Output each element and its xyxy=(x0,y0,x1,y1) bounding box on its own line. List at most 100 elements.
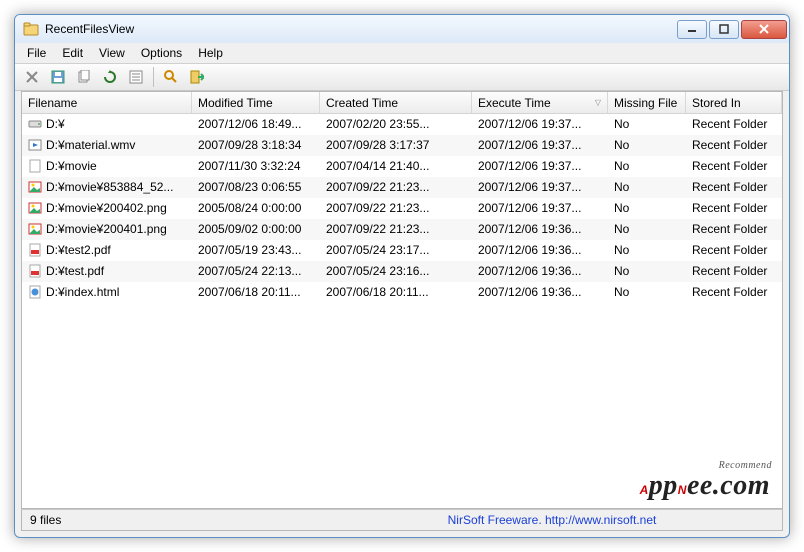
cell-execute: 2007/12/06 19:37... xyxy=(472,199,608,217)
filename-text: D:¥test2.pdf xyxy=(46,243,111,257)
watermark: Recommend AppNee.com xyxy=(640,470,770,502)
find-button[interactable] xyxy=(160,66,182,88)
cell-execute: 2007/12/06 19:37... xyxy=(472,136,608,154)
cell-modified: 2007/09/28 3:18:34 xyxy=(192,136,320,154)
file-icon xyxy=(28,138,42,152)
cell-missing: No xyxy=(608,178,686,196)
app-icon xyxy=(23,21,39,37)
cell-created: 2007/09/28 3:17:37 xyxy=(320,136,472,154)
file-icon xyxy=(28,117,42,131)
cell-missing: No xyxy=(608,262,686,280)
table-row[interactable]: D:¥material.wmv2007/09/28 3:18:342007/09… xyxy=(22,135,782,156)
cell-modified: 2005/09/02 0:00:00 xyxy=(192,220,320,238)
table-row[interactable]: D:¥movie¥200401.png2005/09/02 0:00:00200… xyxy=(22,219,782,240)
cell-execute: 2007/12/06 19:37... xyxy=(472,178,608,196)
cell-created: 2007/02/20 23:55... xyxy=(320,115,472,133)
delete-button[interactable] xyxy=(21,66,43,88)
cell-modified: 2007/05/24 22:13... xyxy=(192,262,320,280)
filename-text: D:¥index.html xyxy=(46,285,119,299)
cell-modified: 2007/12/06 18:49... xyxy=(192,115,320,133)
column-headers: Filename Modified Time Created Time Exec… xyxy=(22,92,782,114)
table-row[interactable]: D:¥test.pdf2007/05/24 22:13...2007/05/24… xyxy=(22,261,782,282)
table-row[interactable]: D:¥movie¥200402.png 2005/08/24 0:00:00 200… xyxy=(22,198,782,219)
listview[interactable]: Filename Modified Time Created Time Exec… xyxy=(21,91,783,509)
col-header-filename[interactable]: Filename xyxy=(22,92,192,113)
menubar: File Edit View Options Help xyxy=(15,43,789,63)
properties-button[interactable] xyxy=(125,66,147,88)
cell-created: 2007/09/22 21:23... xyxy=(320,178,472,196)
menu-edit[interactable]: Edit xyxy=(54,44,91,62)
file-icon xyxy=(28,159,42,173)
status-credit-link[interactable]: NirSoft Freeware. http://www.nirsoft.net xyxy=(330,513,774,527)
file-icon xyxy=(28,180,42,194)
cell-created: 2007/05/24 23:17... xyxy=(320,241,472,259)
cell-stored: Recent Folder xyxy=(686,262,782,280)
cell-filename: D:¥test.pdf xyxy=(22,262,192,280)
col-header-modified[interactable]: Modified Time xyxy=(192,92,320,113)
window-title: RecentFilesView xyxy=(45,22,675,36)
filename-text: D:¥movie xyxy=(46,159,97,173)
cell-missing: No xyxy=(608,241,686,259)
cell-execute: 2007/12/06 19:36... xyxy=(472,241,608,259)
menu-options[interactable]: Options xyxy=(133,44,190,62)
table-row[interactable]: D:¥index.html2007/06/18 20:11...2007/06/… xyxy=(22,282,782,303)
cell-modified: 2005/08/24 0:00:00 xyxy=(192,199,320,217)
file-icon xyxy=(28,285,42,299)
cell-missing: No xyxy=(608,157,686,175)
cell-modified: 2007/05/19 23:43... xyxy=(192,241,320,259)
filename-text: D:¥test.pdf xyxy=(46,264,104,278)
cell-filename: D:¥movie¥200401.png xyxy=(22,220,192,238)
col-header-created[interactable]: Created Time xyxy=(320,92,472,113)
menu-view[interactable]: View xyxy=(91,44,133,62)
exit-button[interactable] xyxy=(186,66,208,88)
filename-text: D:¥movie¥200402.png xyxy=(46,201,167,215)
table-row[interactable]: D:¥movie¥853884_52...2007/08/23 0:06:552… xyxy=(22,177,782,198)
cell-missing: No xyxy=(608,220,686,238)
titlebar[interactable]: RecentFilesView xyxy=(15,15,789,43)
cell-filename: D:¥test2.pdf xyxy=(22,241,192,259)
maximize-button[interactable] xyxy=(709,20,739,39)
table-row[interactable]: D:¥test2.pdf 2007/05/19 23:43...2007/05/2… xyxy=(22,240,782,261)
file-icon xyxy=(28,222,42,236)
cell-missing: No xyxy=(608,199,686,217)
close-button[interactable] xyxy=(741,20,787,39)
file-icon xyxy=(28,201,42,215)
table-row[interactable]: D:¥movie 2007/11/30 3:32:242007/04/14 21:… xyxy=(22,156,782,177)
cell-modified: 2007/11/30 3:32:24 xyxy=(192,157,320,175)
toolbar-separator xyxy=(153,67,154,87)
cell-filename: D:¥movie¥200402.png xyxy=(22,199,192,217)
file-icon xyxy=(28,264,42,278)
status-item-count: 9 files xyxy=(30,513,330,527)
table-row[interactable]: D:¥ 2007/12/06 18:49...2007/02/20 23:55..… xyxy=(22,114,782,135)
window-buttons xyxy=(675,20,787,39)
sort-indicator-icon: ▽ xyxy=(595,98,601,107)
cell-stored: Recent Folder xyxy=(686,157,782,175)
rows-container: D:¥ 2007/12/06 18:49...2007/02/20 23:55..… xyxy=(22,114,782,508)
col-header-stored[interactable]: Stored In xyxy=(686,92,782,113)
cell-stored: Recent Folder xyxy=(686,136,782,154)
filename-text: D:¥movie¥200401.png xyxy=(46,222,167,236)
minimize-button[interactable] xyxy=(677,20,707,39)
file-icon xyxy=(28,243,42,257)
col-header-execute[interactable]: Execute Time▽ xyxy=(472,92,608,113)
menu-file[interactable]: File xyxy=(19,44,54,62)
cell-filename: D:¥movie¥853884_52... xyxy=(22,178,192,196)
cell-filename: D:¥movie xyxy=(22,157,192,175)
cell-missing: No xyxy=(608,283,686,301)
copy-button[interactable] xyxy=(73,66,95,88)
cell-execute: 2007/12/06 19:37... xyxy=(472,115,608,133)
cell-filename: D:¥index.html xyxy=(22,283,192,301)
cell-execute: 2007/12/06 19:36... xyxy=(472,220,608,238)
cell-created: 2007/09/22 21:23... xyxy=(320,220,472,238)
toolbar xyxy=(15,63,789,91)
refresh-button[interactable] xyxy=(99,66,121,88)
cell-missing: No xyxy=(608,136,686,154)
cell-created: 2007/04/14 21:40... xyxy=(320,157,472,175)
col-header-missing[interactable]: Missing File xyxy=(608,92,686,113)
cell-stored: Recent Folder xyxy=(686,220,782,238)
menu-help[interactable]: Help xyxy=(190,44,231,62)
cell-stored: Recent Folder xyxy=(686,115,782,133)
save-button[interactable] xyxy=(47,66,69,88)
filename-text: D:¥ xyxy=(46,117,65,131)
cell-filename: D:¥material.wmv xyxy=(22,136,192,154)
